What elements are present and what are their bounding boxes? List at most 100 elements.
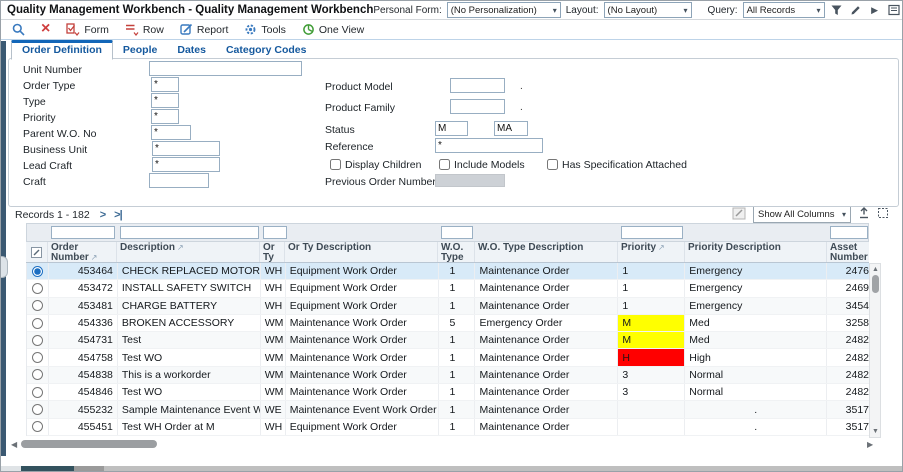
report-menu-button[interactable]: Report bbox=[173, 21, 236, 39]
cell-or-ty[interactable]: WM bbox=[261, 349, 286, 365]
column-header-or-ty-description[interactable]: Or Ty Description bbox=[285, 242, 438, 262]
cell-wo-type[interactable]: 1 bbox=[439, 367, 476, 383]
cell-wo-type-description[interactable]: Maintenance Order bbox=[475, 419, 618, 435]
cell-priority-description[interactable]: High bbox=[685, 349, 827, 365]
sort-icon[interactable] bbox=[89, 252, 98, 262]
row-select-cell[interactable] bbox=[27, 419, 49, 435]
row-select-cell[interactable] bbox=[27, 384, 49, 400]
cell-order-number[interactable]: 454846 bbox=[49, 384, 118, 400]
row-select-radio[interactable] bbox=[32, 318, 43, 329]
business-unit-input[interactable] bbox=[152, 141, 220, 156]
edit-query-icon[interactable] bbox=[849, 3, 863, 17]
table-row[interactable]: 454731 Test WM Maintenance Work Order 1 … bbox=[27, 332, 869, 349]
tab-order-definition[interactable]: Order Definition bbox=[11, 40, 113, 60]
cell-priority[interactable]: H bbox=[618, 349, 685, 365]
bottom-scroll-strip[interactable] bbox=[1, 466, 903, 472]
cell-order-number[interactable]: 455232 bbox=[49, 401, 118, 417]
cell-priority[interactable]: 3 bbox=[618, 384, 685, 400]
display-children-checkbox[interactable] bbox=[330, 159, 341, 170]
personal-form-select[interactable]: (No Personalization) bbox=[447, 2, 561, 18]
cell-asset-number[interactable]: 2482 bbox=[827, 367, 869, 383]
unit-number-input[interactable] bbox=[149, 61, 302, 76]
sort-icon[interactable] bbox=[175, 242, 184, 253]
product-family-input[interactable] bbox=[450, 99, 505, 114]
cell-priority-description[interactable]: . bbox=[685, 401, 827, 417]
close-button[interactable] bbox=[34, 21, 57, 39]
order-type-input[interactable] bbox=[151, 77, 179, 92]
form-menu-button[interactable]: Form bbox=[59, 21, 116, 39]
expand-grid-icon[interactable] bbox=[877, 207, 889, 222]
row-select-radio[interactable] bbox=[32, 266, 43, 277]
cell-asset-number[interactable]: 3258 bbox=[827, 315, 869, 331]
cell-wo-type-description[interactable]: Maintenance Order bbox=[475, 349, 618, 365]
cell-or-ty[interactable]: WH bbox=[261, 280, 286, 296]
show-columns-select[interactable]: Show All Columns bbox=[753, 206, 851, 223]
cell-wo-type-description[interactable]: Maintenance Order bbox=[475, 263, 618, 279]
cell-wo-type[interactable]: 1 bbox=[439, 263, 476, 279]
column-header-or-ty[interactable]: Or Ty bbox=[260, 242, 285, 262]
cell-wo-type-description[interactable]: Maintenance Order bbox=[475, 367, 618, 383]
sort-icon[interactable] bbox=[868, 252, 869, 262]
priority-input[interactable] bbox=[151, 109, 179, 124]
cell-asset-number[interactable]: 2482 bbox=[827, 384, 869, 400]
cell-description[interactable]: Test WO bbox=[118, 384, 261, 400]
cell-order-number[interactable]: 453464 bbox=[49, 263, 118, 279]
table-row[interactable]: 453472 INSTALL SAFETY SWITCH WH Equipmen… bbox=[27, 280, 869, 297]
scroll-down-icon[interactable] bbox=[872, 428, 879, 435]
query-select[interactable]: All Records bbox=[743, 2, 825, 18]
column-header-priority[interactable]: Priority bbox=[618, 242, 685, 262]
cell-priority-description[interactable]: Normal bbox=[685, 384, 827, 400]
row-select-cell[interactable] bbox=[27, 263, 49, 279]
cell-wo-type[interactable]: 1 bbox=[439, 332, 476, 348]
cell-order-number[interactable]: 453472 bbox=[49, 280, 118, 296]
cell-wo-type-description[interactable]: Emergency Order bbox=[475, 315, 618, 331]
cell-asset-number[interactable]: 3454 bbox=[827, 298, 869, 314]
cell-wo-type[interactable]: 1 bbox=[439, 419, 476, 435]
type-input[interactable] bbox=[151, 93, 179, 108]
cell-order-number[interactable]: 454336 bbox=[49, 315, 118, 331]
cell-asset-number[interactable]: 3517 bbox=[827, 419, 869, 435]
cell-priority-description[interactable]: Med bbox=[685, 332, 827, 348]
column-header-priority-description[interactable]: Priority Description bbox=[685, 242, 827, 262]
vertical-scroll-thumb[interactable] bbox=[872, 275, 879, 293]
grid-customize-header[interactable] bbox=[26, 242, 48, 262]
column-header-asset-number[interactable]: Asset Number bbox=[827, 242, 869, 262]
cell-priority[interactable]: M bbox=[618, 315, 685, 331]
table-row[interactable]: 454758 Test WO WM Maintenance Work Order… bbox=[27, 349, 869, 366]
cell-wo-type-description[interactable]: Maintenance Order bbox=[475, 332, 618, 348]
column-header-order-number[interactable]: Order Number bbox=[48, 242, 117, 262]
cell-wo-type[interactable]: 1 bbox=[439, 280, 476, 296]
row-select-radio[interactable] bbox=[32, 369, 43, 380]
table-row[interactable]: 455232 Sample Maintenance Event WO WE Ma… bbox=[27, 401, 869, 418]
cell-wo-type[interactable]: 1 bbox=[439, 401, 476, 417]
cell-wo-type-description[interactable]: Maintenance Order bbox=[475, 384, 618, 400]
lead-craft-input[interactable] bbox=[152, 157, 220, 172]
cell-order-number[interactable]: 453481 bbox=[49, 298, 118, 314]
cell-asset-number[interactable]: 2482 bbox=[827, 349, 869, 365]
filter-icon[interactable] bbox=[830, 3, 844, 17]
cell-or-ty[interactable]: WH bbox=[261, 419, 286, 435]
cell-priority[interactable]: 3 bbox=[618, 367, 685, 383]
table-row[interactable]: 454846 Test WO WM Maintenance Work Order… bbox=[27, 384, 869, 401]
row-select-cell[interactable] bbox=[27, 280, 49, 296]
cell-description[interactable]: BROKEN ACCESSORY bbox=[118, 315, 261, 331]
scroll-left-icon[interactable] bbox=[11, 440, 17, 449]
cell-priority-description[interactable]: Emergency bbox=[685, 280, 827, 296]
tools-menu-button[interactable]: Tools bbox=[237, 21, 293, 39]
table-row[interactable]: 453464 CHECK REPLACED MOTOR WH Equipment… bbox=[27, 263, 869, 280]
cell-priority-description[interactable]: Emergency bbox=[685, 298, 827, 314]
panel-collapse-handle[interactable] bbox=[1, 256, 8, 278]
row-select-cell[interactable] bbox=[27, 315, 49, 331]
cell-order-number[interactable]: 454838 bbox=[49, 367, 118, 383]
cell-or-ty-description[interactable]: Maintenance Work Order bbox=[286, 315, 439, 331]
product-model-input[interactable] bbox=[450, 78, 505, 93]
column-header-wo-type[interactable]: W.O. Type bbox=[438, 242, 475, 262]
cell-priority[interactable] bbox=[618, 419, 685, 435]
vertical-scrollbar[interactable] bbox=[869, 263, 881, 438]
qbe-description-input[interactable] bbox=[120, 226, 259, 239]
cell-wo-type[interactable]: 1 bbox=[439, 349, 476, 365]
row-select-radio[interactable] bbox=[32, 300, 43, 311]
cell-priority-description[interactable]: Med bbox=[685, 315, 827, 331]
row-select-radio[interactable] bbox=[32, 421, 43, 432]
scroll-right-icon[interactable] bbox=[867, 440, 873, 449]
